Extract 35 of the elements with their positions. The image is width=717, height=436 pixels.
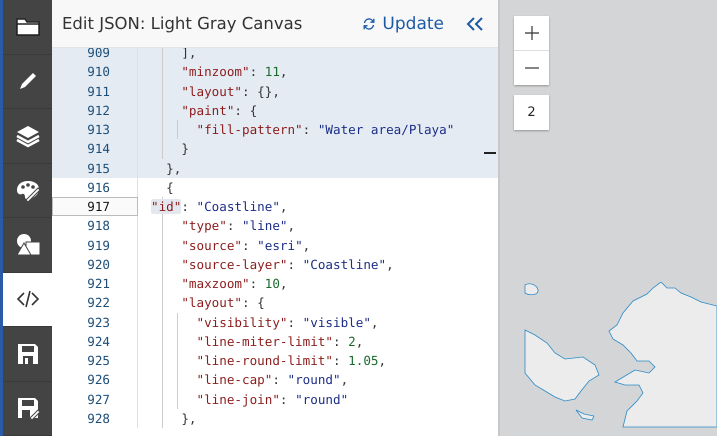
panel-title: Edit JSON: Light Gray Canvas — [62, 14, 304, 33]
code-line: 927 "line-join": "round" — [52, 390, 498, 409]
zoom-in-button[interactable] — [514, 16, 549, 50]
line-number: 921 — [52, 274, 138, 294]
code-line: 923 "visibility": "visible", — [52, 312, 498, 332]
line-number: 925 — [52, 351, 138, 370]
sidebar-tool[interactable] — [3, 272, 52, 327]
minus-icon — [524, 67, 540, 69]
plus-icon — [524, 25, 540, 41]
code-line: 922 "layout": { — [52, 293, 498, 312]
line-number: 926 — [52, 370, 138, 390]
code-line: 920 "source-layer": "Coastline", — [52, 254, 498, 274]
line-number: 919 — [52, 236, 138, 255]
line-number: 923 — [52, 312, 138, 332]
collapse-icon[interactable] — [466, 16, 484, 32]
code-line: 928 }, — [52, 408, 498, 428]
code-line: 918 "type": "line", — [52, 216, 498, 236]
line-number: 915 — [52, 158, 138, 178]
refresh-icon — [362, 16, 376, 30]
line-number: 920 — [52, 254, 138, 274]
code-line: 925 "line-round-limit": 1.05, — [52, 351, 498, 370]
code-line: 919 "source": "esri", — [52, 236, 498, 255]
zoom-level: 2 — [514, 95, 549, 130]
line-number: 922 — [52, 293, 138, 312]
update-button[interactable]: Update — [362, 14, 444, 34]
code-line: 921 "maxzoom": 10, — [52, 274, 498, 294]
line-number: 918 — [52, 216, 138, 236]
line-number: 928 — [52, 408, 138, 428]
code-line: 924 "line-miter-limit": 2, — [52, 332, 498, 351]
line-number: 917 — [52, 197, 138, 216]
code-line: 926 "line-cap": "round", — [52, 370, 498, 390]
code-line: 917 "id": "Coastline", — [52, 197, 498, 216]
line-number: 927 — [52, 390, 138, 409]
line-number: 924 — [52, 332, 138, 351]
scroll-marker — [484, 152, 496, 154]
